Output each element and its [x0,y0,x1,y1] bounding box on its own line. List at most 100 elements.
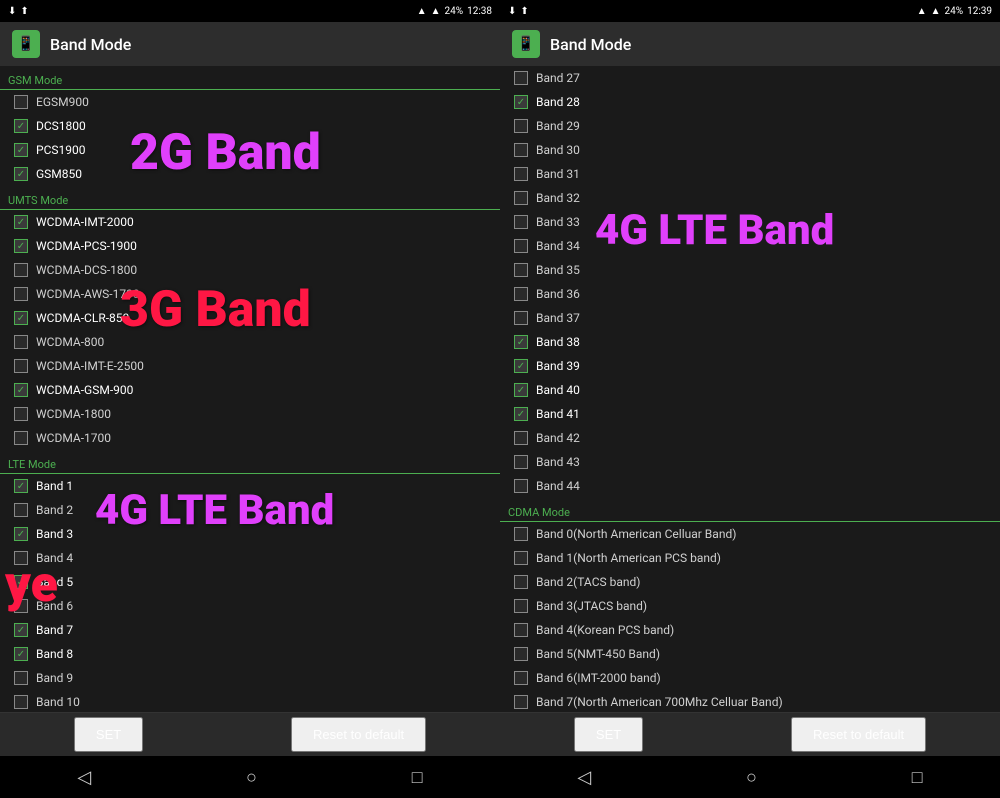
cb-r-band28[interactable]: ✓ [514,95,528,109]
list-item[interactable]: Band 37 [500,306,1000,330]
list-item[interactable]: ✓ Band 39 [500,354,1000,378]
cb-r-band40[interactable]: ✓ [514,383,528,397]
cb-wcdma-imt2000[interactable]: ✓ [14,215,28,229]
cb-band3[interactable]: ✓ [14,527,28,541]
cb-cdma-band1[interactable] [514,551,528,565]
right-recents-icon[interactable]: □ [912,767,923,788]
list-item[interactable]: Band 4 [0,546,500,570]
list-item[interactable]: ✓ WCDMA-GSM-900 [0,378,500,402]
cb-r-band44[interactable] [514,479,528,493]
right-set-button[interactable]: SET [574,717,643,752]
cb-cdma-band5[interactable] [514,647,528,661]
left-recents-icon[interactable]: □ [412,767,423,788]
list-item[interactable]: Band 4(Korean PCS band) [500,618,1000,642]
cb-r-band39[interactable]: ✓ [514,359,528,373]
list-item[interactable]: ✓ Band 5 [0,570,500,594]
list-item[interactable]: ✓ WCDMA-PCS-1900 [0,234,500,258]
list-item[interactable]: Band 29 [500,114,1000,138]
cb-band2[interactable] [14,503,28,517]
list-item[interactable]: ✓ GSM850 [0,162,500,186]
cb-band4[interactable] [14,551,28,565]
cb-r-band41[interactable]: ✓ [514,407,528,421]
cb-r-band38[interactable]: ✓ [514,335,528,349]
list-item[interactable]: ✓ Band 8 [0,642,500,666]
list-item[interactable]: Band 0(North American Celluar Band) [500,522,1000,546]
list-item[interactable]: Band 33 [500,210,1000,234]
right-scroll[interactable]: Band 27 ✓ Band 28 Band 29 Band 30 Band 3… [500,66,1000,712]
cb-wcdma-pcs1900[interactable]: ✓ [14,239,28,253]
cb-cdma-band6[interactable] [514,671,528,685]
cb-wcdma-gsm900[interactable]: ✓ [14,383,28,397]
list-item[interactable]: WCDMA-800 [0,330,500,354]
cb-wcdma-dcs1800[interactable] [14,263,28,277]
cb-cdma-band7[interactable] [514,695,528,709]
cb-band5[interactable]: ✓ [14,575,28,589]
cb-r-band30[interactable] [514,143,528,157]
cb-cdma-band0[interactable] [514,527,528,541]
cb-r-band35[interactable] [514,263,528,277]
list-item[interactable]: WCDMA-1700 [0,426,500,450]
cb-r-band33[interactable] [514,215,528,229]
right-back-icon[interactable]: ◁ [577,767,591,788]
list-item[interactable]: EGSM900 [0,90,500,114]
list-item[interactable]: Band 10 [0,690,500,712]
list-item[interactable]: Band 27 [500,66,1000,90]
list-item[interactable]: Band 9 [0,666,500,690]
list-item[interactable]: Band 31 [500,162,1000,186]
checkbox-gsm850[interactable]: ✓ [14,167,28,181]
cb-cdma-band4[interactable] [514,623,528,637]
cb-band1[interactable]: ✓ [14,479,28,493]
right-reset-button[interactable]: Reset to default [791,717,926,752]
cb-wcdma-imt-e2500[interactable] [14,359,28,373]
list-item[interactable]: Band 32 [500,186,1000,210]
list-item[interactable]: ✓ Band 3 [0,522,500,546]
cb-wcdma-aws1700[interactable] [14,287,28,301]
list-item[interactable]: Band 6 [0,594,500,618]
list-item[interactable]: Band 44 [500,474,1000,498]
cb-r-band27[interactable] [514,71,528,85]
left-scroll[interactable]: GSM Mode EGSM900 ✓ DCS1800 ✓ PCS1900 ✓ G… [0,66,500,712]
list-item[interactable]: ✓ Band 7 [0,618,500,642]
list-item[interactable]: Band 43 [500,450,1000,474]
list-item[interactable]: Band 42 [500,426,1000,450]
cb-r-band37[interactable] [514,311,528,325]
cb-band10[interactable] [14,695,28,709]
list-item[interactable]: ✓ WCDMA-IMT-2000 [0,210,500,234]
left-back-icon[interactable]: ◁ [77,767,91,788]
cb-wcdma-1700[interactable] [14,431,28,445]
cb-r-band32[interactable] [514,191,528,205]
checkbox-pcs1900[interactable]: ✓ [14,143,28,157]
list-item[interactable]: WCDMA-AWS-1700 [0,282,500,306]
left-reset-button[interactable]: Reset to default [291,717,426,752]
left-set-button[interactable]: SET [74,717,143,752]
list-item[interactable]: ✓ DCS1800 [0,114,500,138]
list-item[interactable]: Band 30 [500,138,1000,162]
list-item[interactable]: ✓ PCS1900 [0,138,500,162]
left-home-icon[interactable]: ○ [246,767,257,788]
checkbox-egsm900[interactable] [14,95,28,109]
cb-band6[interactable] [14,599,28,613]
list-item[interactable]: Band 3(JTACS band) [500,594,1000,618]
cb-wcdma-800[interactable] [14,335,28,349]
list-item[interactable]: Band 1(North American PCS band) [500,546,1000,570]
list-item[interactable]: Band 36 [500,282,1000,306]
right-home-icon[interactable]: ○ [746,767,757,788]
list-item[interactable]: WCDMA-IMT-E-2500 [0,354,500,378]
list-item[interactable]: ✓ Band 1 [0,474,500,498]
cb-r-band43[interactable] [514,455,528,469]
cb-r-band29[interactable] [514,119,528,133]
list-item[interactable]: ✓ Band 41 [500,402,1000,426]
cb-band8[interactable]: ✓ [14,647,28,661]
cb-cdma-band2[interactable] [514,575,528,589]
list-item[interactable]: ✓ Band 38 [500,330,1000,354]
cb-wcdma-1800[interactable] [14,407,28,421]
list-item[interactable]: Band 5(NMT-450 Band) [500,642,1000,666]
list-item[interactable]: WCDMA-DCS-1800 [0,258,500,282]
list-item[interactable]: WCDMA-1800 [0,402,500,426]
list-item[interactable]: Band 2(TACS band) [500,570,1000,594]
list-item[interactable]: ✓ Band 40 [500,378,1000,402]
list-item[interactable]: Band 2 [0,498,500,522]
cb-r-band36[interactable] [514,287,528,301]
list-item[interactable]: ✓ WCDMA-CLR-850 [0,306,500,330]
cb-cdma-band3[interactable] [514,599,528,613]
